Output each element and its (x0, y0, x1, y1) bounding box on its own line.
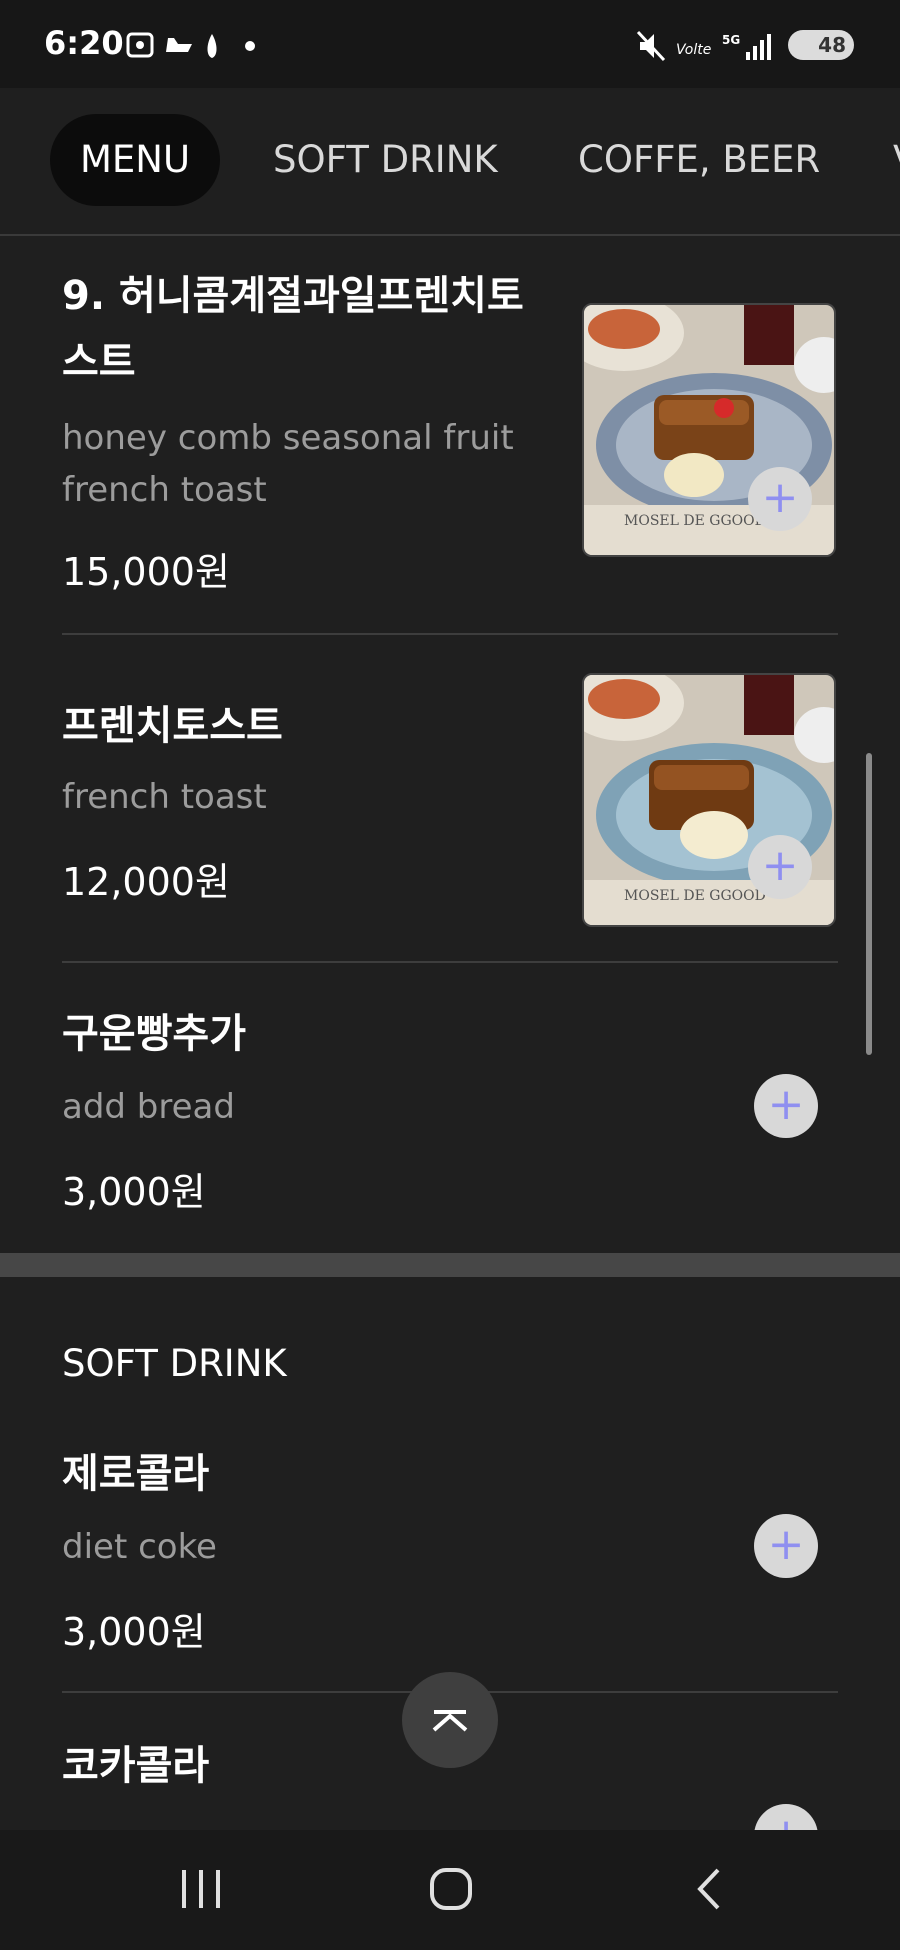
recent-apps-icon[interactable] (178, 1866, 224, 1912)
status-time: 6:20 (44, 24, 124, 62)
svg-text:Volte: Volte (676, 42, 711, 58)
status-bar: 6:20 Volte 5G 48 (0, 0, 900, 88)
item-divider (62, 961, 838, 963)
section-separator (0, 1253, 900, 1277)
item-price: 3,000원 (62, 1170, 206, 1214)
item-title: 프렌치토스트 (62, 703, 283, 749)
battery-level: 48 (818, 33, 846, 57)
item-title: 코카콜라 (62, 1743, 210, 1789)
section-title: SOFT DRINK (62, 1342, 287, 1385)
add-button[interactable]: + (754, 1074, 818, 1138)
add-button[interactable]: + (748, 467, 812, 531)
tab-menu[interactable]: MENU (50, 114, 221, 206)
item-title-line2: 스트 (62, 339, 136, 385)
svg-text:5G: 5G (722, 33, 740, 47)
scrollbar[interactable] (866, 753, 872, 1055)
battery-indicator: 48 (788, 30, 854, 60)
home-icon[interactable] (428, 1866, 474, 1912)
svg-text:MOSEL DE GGOOD: MOSEL DE GGOOD (624, 513, 766, 529)
tab-next-partial[interactable]: V (893, 114, 900, 206)
item-price: 12,000원 (62, 860, 230, 904)
item-title: 제로콜라 (62, 1451, 210, 1497)
back-icon[interactable] (688, 1866, 734, 1912)
item-description: add bread (62, 1087, 235, 1127)
scroll-to-top-button[interactable] (402, 1672, 498, 1768)
tab-coffe-beer[interactable]: COFFE, BEER (578, 114, 820, 206)
system-nav-bar (0, 1830, 900, 1950)
notification-icons (126, 32, 255, 58)
item-description-line2: french toast (62, 470, 267, 510)
tab-soft-drink[interactable]: SOFT DRINK (273, 114, 498, 206)
item-description: honey comb seasonal fruit (62, 418, 514, 458)
add-button[interactable]: + (754, 1514, 818, 1578)
item-title: 구운빵추가 (62, 1011, 246, 1057)
item-description: french toast (62, 777, 267, 817)
svg-text:MOSEL DE GGOOD: MOSEL DE GGOOD (624, 888, 766, 904)
category-tab-bar: MENU SOFT DRINK COFFE, BEER V (0, 88, 900, 236)
item-title: 9. 허니콤계절과일프렌치토 (62, 273, 524, 319)
item-divider (62, 633, 838, 635)
add-button[interactable]: + (748, 835, 812, 899)
chevron-up-icon (432, 1710, 468, 1732)
item-price: 3,000원 (62, 1610, 206, 1654)
item-price: 15,000원 (62, 550, 230, 594)
item-description: diet coke (62, 1527, 217, 1567)
signal-icons: Volte 5G (636, 30, 771, 62)
